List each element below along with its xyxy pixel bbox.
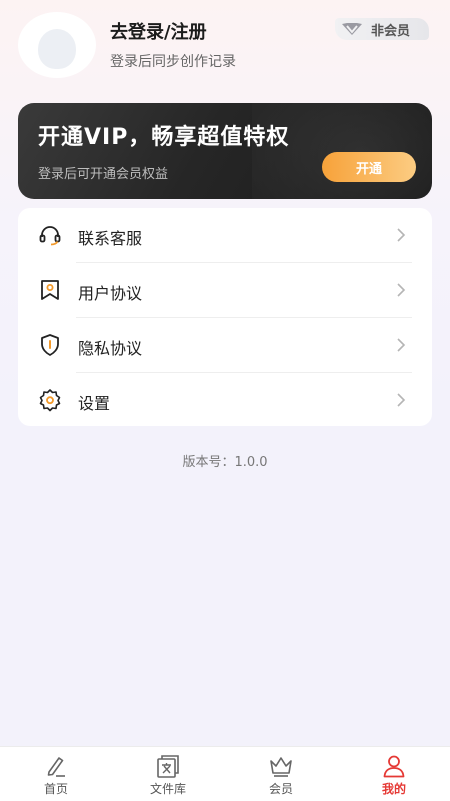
menu-item-label: 联系客服 [78,229,143,248]
tab-mine[interactable]: 我的 [338,747,450,801]
document-icon [157,755,179,778]
open-vip-button[interactable]: 开通 [322,152,416,182]
chevron-right-icon [397,393,406,407]
user-icon [383,755,405,778]
avatar-placeholder-icon [38,29,76,69]
version-label: 版本号：1.0.0 [182,455,268,470]
chevron-right-icon [397,283,406,297]
headset-icon [39,226,61,246]
tab-label: 会员 [268,782,293,796]
profile-header: 去登录/注册 登录后同步创作记录 非会员 [0,0,450,100]
crown-icon [270,757,292,777]
member-status-badge: 非会员 [335,18,429,40]
menu-item-user-agreement[interactable]: 用户协议 [18,263,432,317]
settings-menu: 联系客服 用户协议 隐私协议 设置 [18,208,432,426]
shield-icon [41,334,59,356]
gear-icon [39,389,61,412]
avatar[interactable] [18,12,96,78]
chevron-right-icon [397,338,406,352]
menu-item-customer-service[interactable]: 联系客服 [18,208,432,262]
pen-icon [47,757,65,777]
bottom-tab-bar: 首页 文件库 会员 我的 [0,746,450,801]
vip-subtitle: 登录后可开通会员权益 [38,167,169,182]
vip-title: 开通VIP，畅享超值特权 [38,125,290,150]
vip-promo-card[interactable]: 开通VIP，畅享超值特权 登录后可开通会员权益 开通 [18,103,432,199]
bookmark-icon [41,280,59,300]
member-badge-label: 非会员 [371,23,411,39]
tab-home[interactable]: 首页 [0,747,112,801]
menu-item-settings[interactable]: 设置 [18,373,432,427]
menu-item-privacy-policy[interactable]: 隐私协议 [18,318,432,372]
tab-label: 首页 [43,782,68,796]
tab-label: 文件库 [149,782,186,796]
tab-label: 我的 [381,782,406,796]
tab-file-library[interactable]: 文件库 [112,747,224,801]
chevron-right-icon [397,228,406,242]
login-subtitle: 登录后同步创作记录 [110,54,236,70]
menu-item-label: 设置 [78,394,111,413]
diamond-v-icon [342,23,362,35]
login-register-link[interactable]: 去登录/注册 [110,18,207,44]
menu-item-label: 隐私协议 [78,339,143,358]
tab-membership[interactable]: 会员 [225,747,337,801]
menu-item-label: 用户协议 [78,284,143,303]
